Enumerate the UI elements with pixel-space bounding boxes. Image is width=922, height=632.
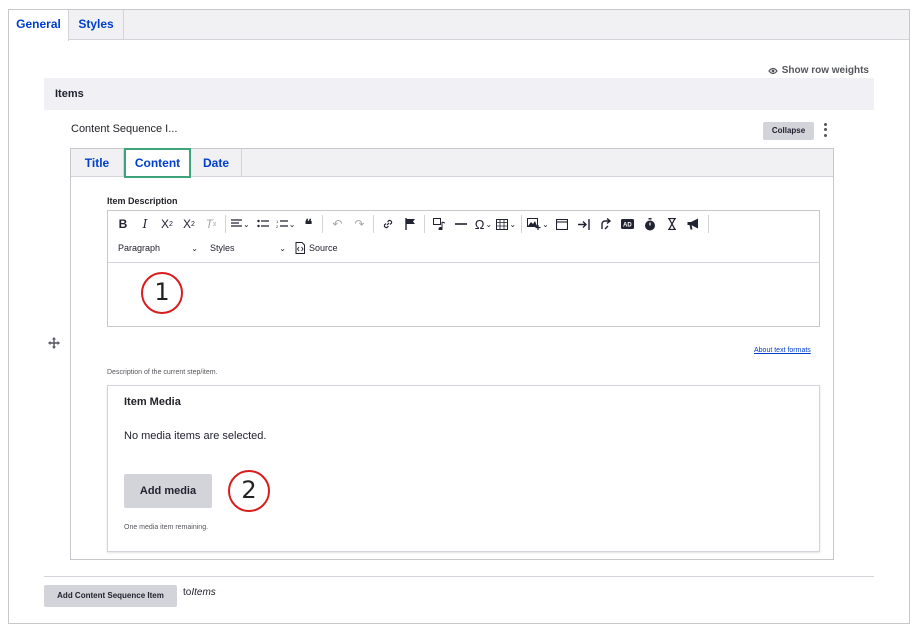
table-icon[interactable]: ⌄ — [494, 213, 518, 235]
collapse-button[interactable]: Collapse — [763, 122, 814, 140]
item-description-editor: B I X2 X2 Tx ⌄ 1 2 ⌄ ❝ ↶ ↷ Ω ⌄ ⌄ ⌄ AD Pa… — [107, 210, 820, 327]
announcement-icon[interactable] — [683, 213, 705, 235]
svg-text:AD: AD — [623, 223, 632, 229]
go-to-icon[interactable] — [573, 213, 595, 235]
media-embed-icon[interactable] — [428, 213, 450, 235]
eye-icon — [767, 67, 778, 75]
paragraph-format-select[interactable]: Paragraph ⌄ — [112, 237, 204, 259]
toolbar-row-1: B I X2 X2 Tx ⌄ 1 2 ⌄ ❝ ↶ ↷ Ω ⌄ ⌄ ⌄ AD — [112, 212, 712, 236]
timer-icon[interactable] — [639, 213, 661, 235]
toolbar-separator — [322, 215, 324, 233]
blockquote-icon[interactable]: ❝ — [297, 213, 319, 235]
source-icon — [295, 242, 305, 254]
toolbar-separator — [373, 215, 375, 233]
styles-select[interactable]: Styles ⌄ — [204, 237, 292, 259]
source-button[interactable]: Source — [292, 237, 340, 259]
paragraph-form-frame: General Styles Show row weights Items Co… — [8, 9, 910, 624]
tab-general[interactable]: General — [9, 10, 69, 41]
item-description-help: Description of the current step/item. — [107, 369, 218, 376]
drag-handle-icon[interactable] — [48, 337, 60, 349]
no-media-text: No media items are selected. — [124, 430, 267, 442]
toolbar-separator — [521, 215, 523, 233]
redirect-icon[interactable] — [595, 213, 617, 235]
subscript-icon[interactable]: X2 — [178, 213, 200, 235]
tab-content[interactable]: Content — [124, 148, 191, 178]
styles-label: Styles — [210, 243, 235, 253]
svg-text:2: 2 — [276, 224, 279, 229]
numbered-list-icon[interactable]: 1 2 ⌄ — [274, 213, 298, 235]
editor-toolbar: B I X2 X2 Tx ⌄ 1 2 ⌄ ❝ ↶ ↷ Ω ⌄ ⌄ ⌄ AD Pa… — [108, 211, 819, 263]
editor-content-area[interactable]: 1 — [108, 264, 819, 326]
link-icon[interactable] — [377, 213, 399, 235]
item-media-widget: Item Media No media items are selected. … — [107, 385, 820, 552]
about-text-formats-link[interactable]: About text formats — [754, 347, 811, 354]
tab-date[interactable]: Date — [191, 149, 242, 177]
paragraph-format-label: Paragraph — [118, 243, 161, 253]
horizontal-line-icon[interactable] — [450, 213, 472, 235]
bold-icon[interactable]: B — [112, 213, 134, 235]
insert-image-icon[interactable]: ⌄ — [525, 213, 551, 235]
media-remaining-text: One media item remaining. — [124, 524, 209, 531]
remove-format-icon[interactable]: Tx — [200, 213, 222, 235]
align-icon[interactable]: ⌄ — [229, 213, 252, 235]
top-tab-bar: General Styles — [9, 10, 909, 41]
paragraph-subform: Title Content Date Item Description B I … — [70, 148, 834, 560]
source-label: Source — [309, 243, 338, 253]
show-row-weights-link[interactable]: Show row weights — [767, 65, 869, 76]
chevron-down-icon: ⌄ — [279, 243, 286, 253]
callout-marker-1: 1 — [141, 272, 183, 314]
tab-title[interactable]: Title — [71, 149, 124, 177]
callout-marker-2: 2 — [228, 470, 270, 512]
toolbar-row-2: Paragraph ⌄ Styles ⌄ Source — [112, 236, 340, 260]
items-header: Items — [44, 78, 874, 110]
divider — [44, 576, 874, 577]
chevron-down-icon: ⌄ — [191, 243, 198, 253]
tab-styles[interactable]: Styles — [69, 10, 124, 40]
toolbar-separator — [225, 215, 226, 233]
ad-icon[interactable]: AD — [617, 213, 639, 235]
redo-icon[interactable]: ↷ — [348, 213, 370, 235]
more-actions-icon[interactable] — [821, 122, 829, 138]
container-icon[interactable] — [551, 213, 573, 235]
item-description-label: Item Description — [107, 196, 178, 206]
to-target: Items — [191, 587, 216, 598]
special-characters-icon[interactable]: Ω ⌄ — [472, 213, 494, 235]
italic-icon[interactable]: I — [134, 213, 156, 235]
inner-tab-bar: Title Content Date — [71, 148, 833, 178]
hourglass-icon[interactable] — [661, 213, 683, 235]
bulleted-list-icon[interactable] — [252, 213, 274, 235]
add-content-sequence-item-button[interactable]: Add Content Sequence Item — [44, 585, 177, 607]
toolbar-separator — [707, 215, 709, 233]
paragraph-row-label: Content Sequence I... — [71, 123, 178, 135]
add-media-button[interactable]: Add media — [124, 474, 212, 508]
undo-icon[interactable]: ↶ — [326, 213, 348, 235]
show-row-weights-label: Show row weights — [781, 65, 869, 76]
item-media-title: Item Media — [124, 396, 181, 408]
add-to-target: toItems — [183, 587, 216, 598]
superscript-icon[interactable]: X2 — [156, 213, 178, 235]
toolbar-separator — [424, 215, 426, 233]
anchor-flag-icon[interactable] — [399, 213, 421, 235]
